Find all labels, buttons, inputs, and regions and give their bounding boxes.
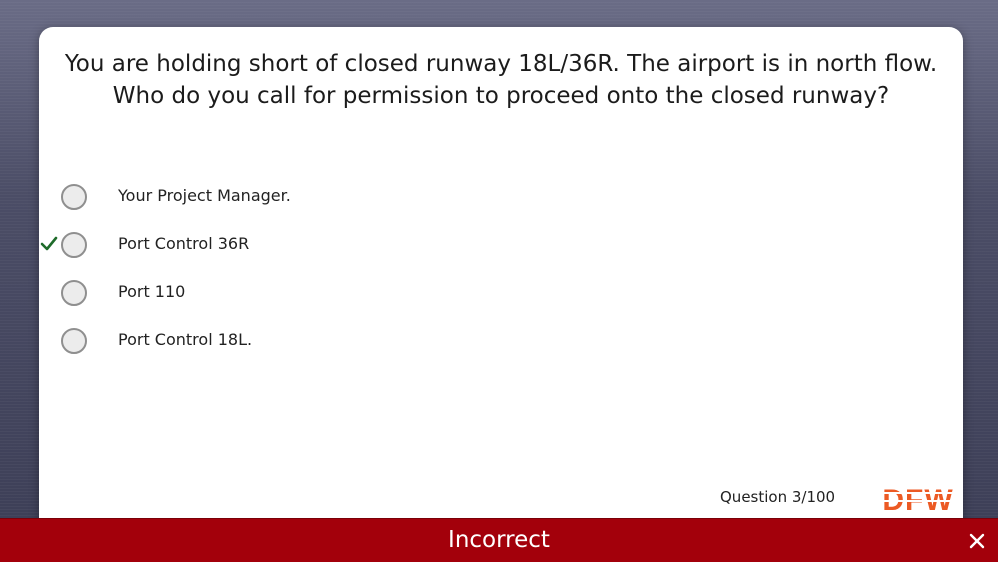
- answer-option-4[interactable]: Port Control 18L.: [39, 321, 539, 361]
- answer-option-3[interactable]: Port 110: [39, 273, 539, 313]
- answer-option-label: Port 110: [118, 282, 186, 301]
- answer-option-2[interactable]: Port Control 36R: [39, 225, 539, 265]
- feedback-status: Incorrect: [448, 527, 550, 553]
- answer-option-label: Port Control 18L.: [118, 330, 253, 349]
- dfw-logo: DFW: [879, 484, 957, 514]
- answer-option-label: Your Project Manager.: [118, 186, 291, 205]
- radio-button[interactable]: [61, 232, 87, 258]
- question-progress: Question 3/100: [720, 488, 836, 506]
- answer-option-label: Port Control 36R: [118, 234, 250, 253]
- radio-button[interactable]: [61, 328, 87, 354]
- radio-button[interactable]: [61, 184, 87, 210]
- feedback-bar: Incorrect: [0, 518, 998, 562]
- logo-text: DFW: [882, 484, 953, 514]
- question-text: You are holding short of closed runway 1…: [64, 51, 938, 109]
- close-icon[interactable]: [962, 526, 992, 556]
- radio-button[interactable]: [61, 280, 87, 306]
- checkmark-icon: [40, 236, 58, 251]
- question-card: You are holding short of closed runway 1…: [39, 27, 963, 547]
- answer-option-1[interactable]: Your Project Manager.: [39, 177, 539, 217]
